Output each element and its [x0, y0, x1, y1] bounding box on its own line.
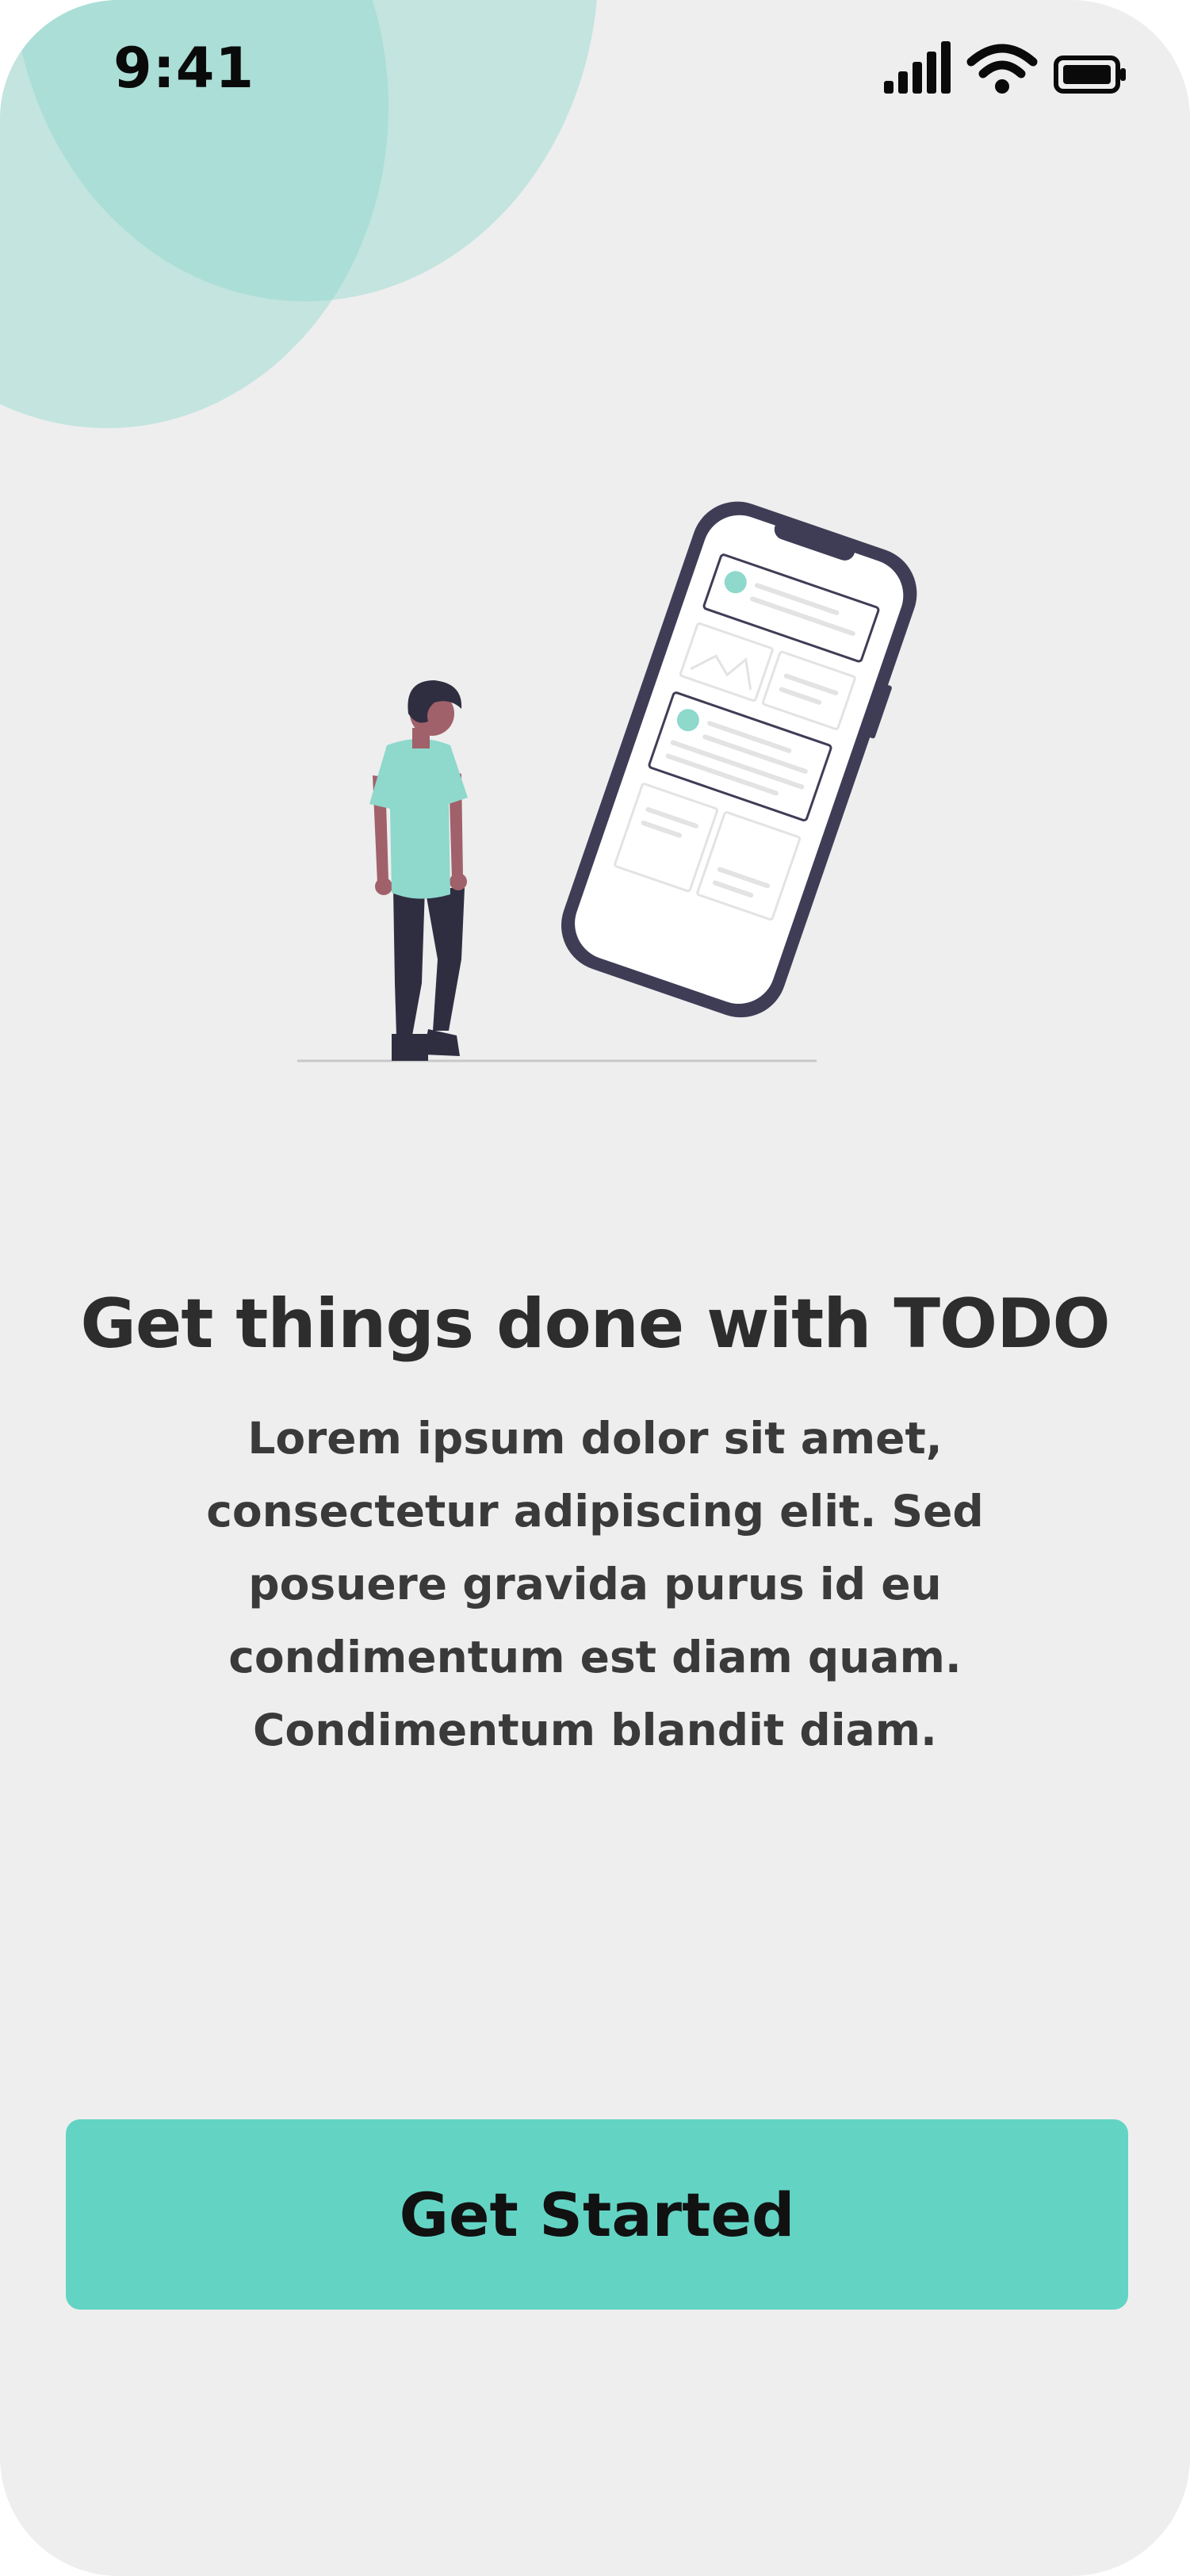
onboarding-screen: 9:41 Get things done with TODO Lorem ips… — [0, 0, 1190, 2576]
get-started-button[interactable]: Get Started — [66, 2119, 1128, 2310]
battery-icon — [1054, 56, 1127, 94]
onboarding-title: Get things done with TODO — [80, 1284, 1110, 1364]
status-icons — [884, 41, 1127, 94]
cellular-signal-icon — [884, 41, 951, 94]
status-bar: 9:41 — [0, 0, 1190, 143]
onboarding-description: Lorem ipsum dolor sit amet, consectetur … — [206, 1413, 984, 1755]
wifi-icon — [966, 43, 1038, 94]
status-time: 9:41 — [113, 36, 255, 101]
onboarding-illustration — [0, 476, 1190, 1094]
